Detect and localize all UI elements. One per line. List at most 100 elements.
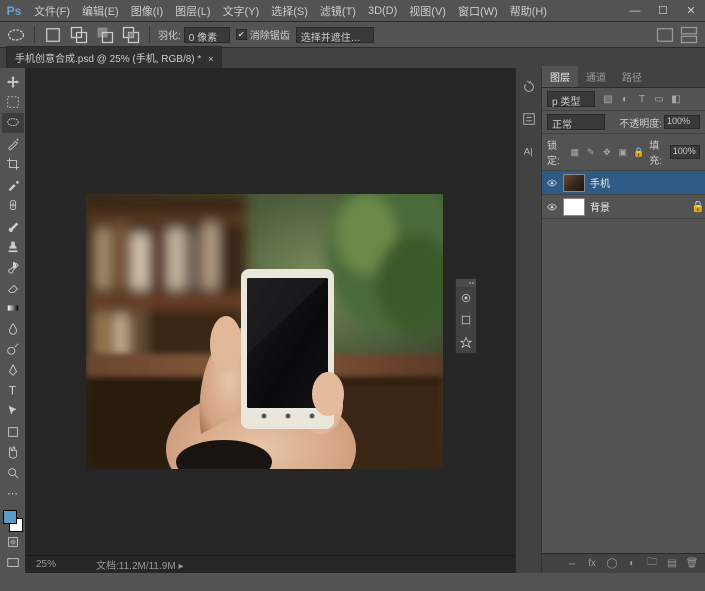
menu-filter[interactable]: 滤镜(T) [314,3,362,19]
info-menu-icon[interactable]: ▸ [178,561,183,572]
menu-window[interactable]: 窗口(W) [452,3,504,19]
move-tool[interactable] [2,72,24,92]
selection-add-icon[interactable] [69,25,89,45]
layer-name[interactable]: 手机 [590,175,610,190]
screenmode-tool[interactable] [2,553,24,573]
layer-thumbnail[interactable] [563,174,585,192]
tab-channels[interactable]: 通道 [578,66,614,87]
menu-view[interactable]: 视图(V) [403,3,452,19]
floating-properties-panel[interactable] [455,278,477,354]
menu-help[interactable]: 帮助(H) [504,3,553,19]
shape-tool[interactable] [2,422,24,442]
floating-panel-grip[interactable] [456,279,476,287]
menu-select[interactable]: 选择(S) [265,3,314,19]
blur-tool[interactable] [2,319,24,339]
foreground-color-swatch[interactable] [3,510,17,524]
floating-panel-icon-1[interactable] [456,287,476,309]
blend-mode-select[interactable]: 正常 [547,114,605,130]
lock-pixels-icon[interactable]: ✎ [584,146,597,159]
delete-layer-icon[interactable]: 🗑 [685,557,699,571]
filter-adjust-icon[interactable]: ◐ [618,92,632,106]
filter-type-icon[interactable]: T [635,92,649,106]
eraser-tool[interactable] [2,278,24,298]
lock-label: 锁定: [547,137,564,167]
options-extra-icon[interactable] [655,25,675,45]
lock-position-icon[interactable]: ✥ [600,146,613,159]
opacity-input[interactable]: 100% [664,115,700,129]
zoom-percentage[interactable]: 25% [36,559,76,570]
adjustment-layer-icon[interactable]: ◐ [625,557,639,571]
document-tab-close[interactable]: × [208,54,213,64]
layer-item[interactable]: 背景 🔒 [542,195,705,219]
stamp-tool[interactable] [2,237,24,257]
filter-shape-icon[interactable]: ▭ [652,92,666,106]
layer-kind-filter[interactable]: p 类型 [547,91,595,107]
menu-layer[interactable]: 图层(L) [169,3,216,19]
filter-smart-icon[interactable]: ◧ [669,92,683,106]
menu-type[interactable]: 文字(Y) [217,3,266,19]
crop-tool[interactable] [2,154,24,174]
tool-preset-icon[interactable] [6,25,26,45]
window-minimize[interactable]: — [621,0,649,22]
selection-subtract-icon[interactable] [95,25,115,45]
visibility-eye-icon[interactable] [546,201,558,213]
hand-tool[interactable] [2,442,24,462]
path-select-tool[interactable] [2,401,24,421]
status-bar: 25% 文档:11.2M/11.9M ▸ [26,555,515,573]
layers-panel-footer: ⇔ fx ◯ ◐ 🗀 ▤ 🗑 [542,553,705,573]
options-menu-icon[interactable] [679,25,699,45]
lock-artboard-icon[interactable]: ▣ [616,146,629,159]
menu-3d[interactable]: 3D(D) [362,5,403,17]
magic-wand-tool[interactable] [2,134,24,154]
document-info[interactable]: 文档:11.2M/11.9M ▸ [96,557,183,572]
edit-toolbar-icon[interactable]: ⋯ [2,484,24,504]
brush-tool[interactable] [2,216,24,236]
history-panel-icon[interactable] [518,76,540,98]
layer-mask-icon[interactable]: ◯ [605,557,619,571]
healing-tool[interactable] [2,195,24,215]
marquee-tool[interactable] [2,93,24,113]
lock-all-icon[interactable]: 🔒 [632,146,645,159]
tab-layers[interactable]: 图层 [542,66,578,87]
filter-pixel-icon[interactable]: ▧ [601,92,615,106]
dodge-tool[interactable] [2,340,24,360]
character-panel-icon[interactable]: A| [518,140,540,162]
lock-transparency-icon[interactable]: ▦ [568,146,581,159]
canvas[interactable] [26,68,515,555]
window-maximize[interactable]: ☐ [649,0,677,22]
fill-input[interactable]: 100% [670,145,700,159]
selection-intersect-icon[interactable] [121,25,141,45]
color-swatches[interactable] [3,510,23,532]
new-layer-icon[interactable]: ▤ [665,557,679,571]
pen-tool[interactable] [2,360,24,380]
group-icon[interactable]: 🗀 [645,557,659,571]
layer-locked-icon: 🔒 [691,200,701,213]
tools-panel: T ⋯ [0,68,26,573]
tab-paths[interactable]: 路径 [614,66,650,87]
menu-file[interactable]: 文件(F) [28,3,76,19]
layer-style-icon[interactable]: fx [585,557,599,571]
layer-item[interactable]: 手机 [542,171,705,195]
history-brush-tool[interactable] [2,257,24,277]
link-layers-icon[interactable]: ⇔ [565,557,579,571]
quickmask-tool[interactable] [2,533,24,553]
menu-edit[interactable]: 编辑(E) [76,3,125,19]
layer-thumbnail[interactable] [563,198,585,216]
menu-image[interactable]: 图像(I) [125,3,169,19]
select-mask-button[interactable]: 选择并遮住… [296,27,374,43]
gradient-tool[interactable] [2,298,24,318]
document-tab[interactable]: 手机创意合成.psd @ 25% (手机, RGB/8) * × [6,46,222,68]
visibility-eye-icon[interactable] [546,177,558,189]
layer-name[interactable]: 背景 [590,199,610,214]
floating-panel-icon-2[interactable] [456,309,476,331]
window-close[interactable]: ✕ [677,0,705,22]
properties-panel-icon[interactable] [518,108,540,130]
floating-panel-icon-3[interactable] [456,331,476,353]
antialias-checkbox[interactable]: ✔ [236,29,247,40]
feather-input[interactable]: 0 像素 [184,27,230,43]
type-tool[interactable]: T [2,381,24,401]
selection-new-icon[interactable] [43,25,63,45]
lasso-tool[interactable] [2,113,24,133]
zoom-tool[interactable] [2,463,24,483]
eyedropper-tool[interactable] [2,175,24,195]
